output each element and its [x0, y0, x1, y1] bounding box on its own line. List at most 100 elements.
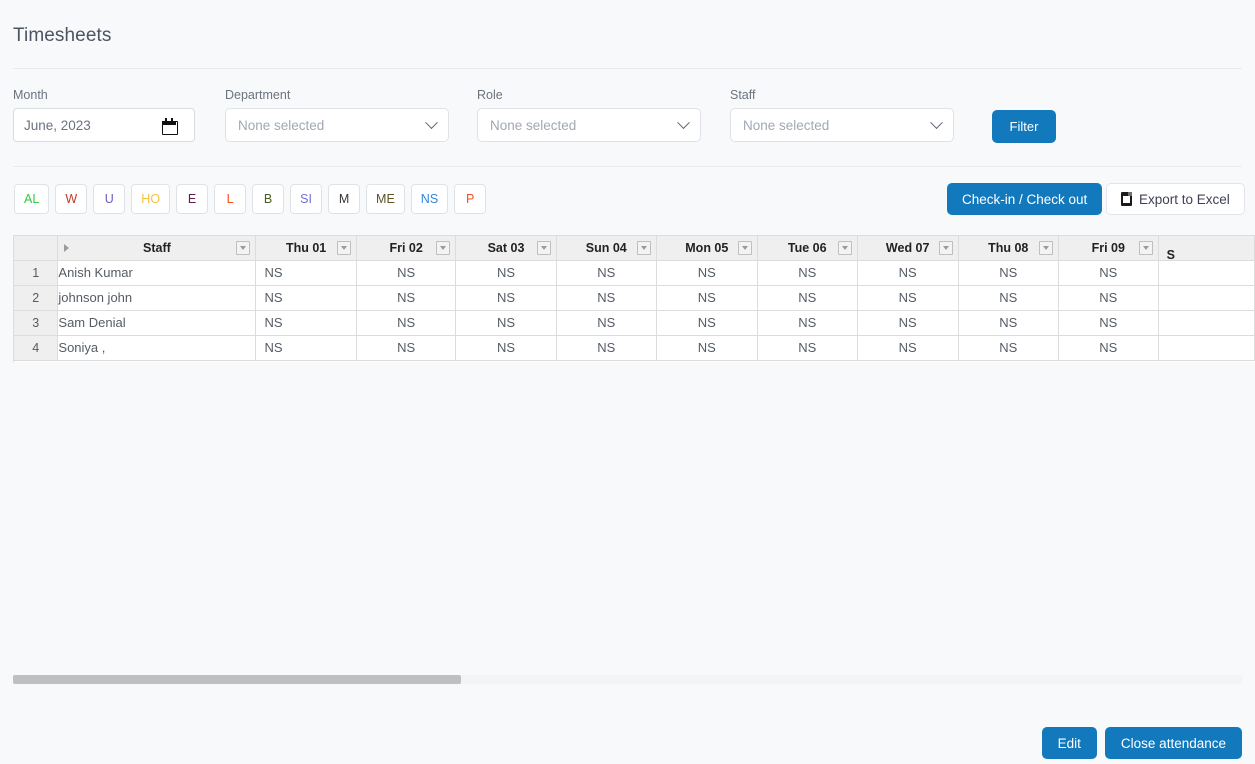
row-day-cell[interactable]: NS	[556, 310, 656, 335]
legend-chip-u[interactable]: U	[93, 184, 125, 214]
header-day-9[interactable]: Fri 09	[1058, 236, 1158, 260]
row-day-cell[interactable]: NS	[757, 260, 857, 285]
close-attendance-button[interactable]: Close attendance	[1105, 727, 1242, 759]
row-day-cell[interactable]: NS	[958, 285, 1058, 310]
chevron-down-icon	[930, 116, 943, 129]
horizontal-scrollbar-thumb[interactable]	[13, 675, 461, 684]
table-row[interactable]: 1Anish KumarNSNSNSNSNSNSNSNSNS	[14, 260, 1255, 285]
role-select[interactable]: None selected	[477, 108, 701, 142]
row-day-cell[interactable]: NS	[857, 260, 958, 285]
header-staff[interactable]: Staff	[58, 236, 256, 260]
row-day-cell[interactable]: NS	[356, 310, 456, 335]
department-select[interactable]: None selected	[225, 108, 449, 142]
expand-triangle-icon[interactable]	[64, 244, 69, 252]
row-day-cell[interactable]: NS	[356, 285, 456, 310]
row-day-cell-partial[interactable]	[1158, 335, 1254, 360]
table-row[interactable]: 2johnson johnNSNSNSNSNSNSNSNSNS	[14, 285, 1255, 310]
row-day-cell[interactable]: NS	[456, 310, 556, 335]
calendar-icon[interactable]	[162, 118, 176, 133]
legend-chip-ns[interactable]: NS	[411, 184, 448, 214]
header-day-8[interactable]: Thu 08	[958, 236, 1058, 260]
header-day-1[interactable]: Thu 01	[256, 236, 356, 260]
row-day-cell[interactable]: NS	[556, 335, 656, 360]
row-staff-name[interactable]: Anish Kumar	[58, 260, 256, 285]
legend-chip-si[interactable]: SI	[290, 184, 322, 214]
row-day-cell-partial[interactable]	[1158, 260, 1254, 285]
row-day-cell[interactable]: NS	[556, 285, 656, 310]
legend-chip-me[interactable]: ME	[366, 184, 405, 214]
legend-chip-m[interactable]: M	[328, 184, 360, 214]
timesheets-page: Timesheets Month June, 2023 Department N…	[0, 0, 1255, 764]
row-day-cell[interactable]: NS	[958, 335, 1058, 360]
row-staff-name[interactable]: Soniya ,	[58, 335, 256, 360]
row-day-cell[interactable]: NS	[1058, 310, 1158, 335]
column-filter-icon[interactable]	[738, 241, 752, 255]
legend-chip-p[interactable]: P	[454, 184, 486, 214]
row-day-cell[interactable]: NS	[857, 285, 958, 310]
row-day-cell[interactable]: NS	[356, 335, 456, 360]
row-day-cell[interactable]: NS	[256, 310, 356, 335]
row-day-cell[interactable]: NS	[256, 285, 356, 310]
row-day-cell[interactable]: NS	[958, 310, 1058, 335]
row-day-cell[interactable]: NS	[1058, 260, 1158, 285]
filter-button[interactable]: Filter	[992, 110, 1056, 143]
column-filter-icon[interactable]	[637, 241, 651, 255]
row-day-cell[interactable]: NS	[656, 335, 757, 360]
row-day-cell[interactable]: NS	[757, 285, 857, 310]
legend-chip-l[interactable]: L	[214, 184, 246, 214]
column-filter-icon[interactable]	[1039, 241, 1053, 255]
column-filter-icon[interactable]	[838, 241, 852, 255]
header-day-3[interactable]: Sat 03	[456, 236, 556, 260]
column-filter-icon[interactable]	[1139, 241, 1153, 255]
row-day-cell[interactable]: NS	[256, 335, 356, 360]
header-day-2[interactable]: Fri 02	[356, 236, 456, 260]
row-staff-name[interactable]: johnson john	[58, 285, 256, 310]
row-day-cell[interactable]: NS	[456, 335, 556, 360]
header-day-partial[interactable]: S	[1158, 236, 1254, 260]
header-day-label: S	[1167, 248, 1175, 262]
staff-select[interactable]: None selected	[730, 108, 954, 142]
row-day-cell[interactable]: NS	[1058, 285, 1158, 310]
legend-chip-e[interactable]: E	[176, 184, 208, 214]
row-day-cell[interactable]: NS	[757, 335, 857, 360]
header-day-5[interactable]: Mon 05	[656, 236, 757, 260]
column-filter-icon[interactable]	[236, 241, 250, 255]
column-filter-icon[interactable]	[436, 241, 450, 255]
legend-chip-al[interactable]: AL	[14, 184, 49, 214]
export-to-excel-button[interactable]: Export to Excel	[1106, 183, 1245, 215]
checkin-checkout-button[interactable]: Check-in / Check out	[947, 183, 1102, 215]
row-day-cell[interactable]: NS	[456, 260, 556, 285]
header-day-7[interactable]: Wed 07	[857, 236, 958, 260]
chevron-down-icon	[425, 116, 438, 129]
column-filter-icon[interactable]	[939, 241, 953, 255]
legend-chip-b[interactable]: B	[252, 184, 284, 214]
row-day-cell[interactable]: NS	[256, 260, 356, 285]
row-staff-name[interactable]: Sam Denial	[58, 310, 256, 335]
row-day-cell[interactable]: NS	[656, 285, 757, 310]
row-day-cell[interactable]: NS	[356, 260, 456, 285]
column-filter-icon[interactable]	[337, 241, 351, 255]
row-day-cell[interactable]: NS	[857, 310, 958, 335]
table-row[interactable]: 4Soniya ,NSNSNSNSNSNSNSNSNS	[14, 335, 1255, 360]
row-day-cell[interactable]: NS	[958, 260, 1058, 285]
row-day-cell[interactable]: NS	[757, 310, 857, 335]
column-filter-icon[interactable]	[537, 241, 551, 255]
legend-chip-ho[interactable]: HO	[131, 184, 170, 214]
horizontal-scrollbar[interactable]	[13, 675, 1242, 684]
row-day-cell[interactable]: NS	[1058, 335, 1158, 360]
header-day-label: Thu 01	[286, 241, 326, 255]
header-day-4[interactable]: Sun 04	[556, 236, 656, 260]
row-day-cell[interactable]: NS	[656, 260, 757, 285]
row-day-cell[interactable]: NS	[456, 285, 556, 310]
month-input[interactable]: June, 2023	[13, 108, 195, 142]
row-day-cell[interactable]: NS	[556, 260, 656, 285]
row-day-cell[interactable]: NS	[656, 310, 757, 335]
row-day-cell-partial[interactable]	[1158, 310, 1254, 335]
row-day-cell-partial[interactable]	[1158, 285, 1254, 310]
legend-chip-w[interactable]: W	[55, 184, 87, 214]
header-day-6[interactable]: Tue 06	[757, 236, 857, 260]
timesheet-table-scroll-area[interactable]: Staff Thu 01 Fri 02Sat 03Sun 04Mon 05Tue 0…	[13, 235, 1255, 362]
row-day-cell[interactable]: NS	[857, 335, 958, 360]
table-row[interactable]: 3Sam DenialNSNSNSNSNSNSNSNSNS	[14, 310, 1255, 335]
edit-button[interactable]: Edit	[1042, 727, 1097, 759]
